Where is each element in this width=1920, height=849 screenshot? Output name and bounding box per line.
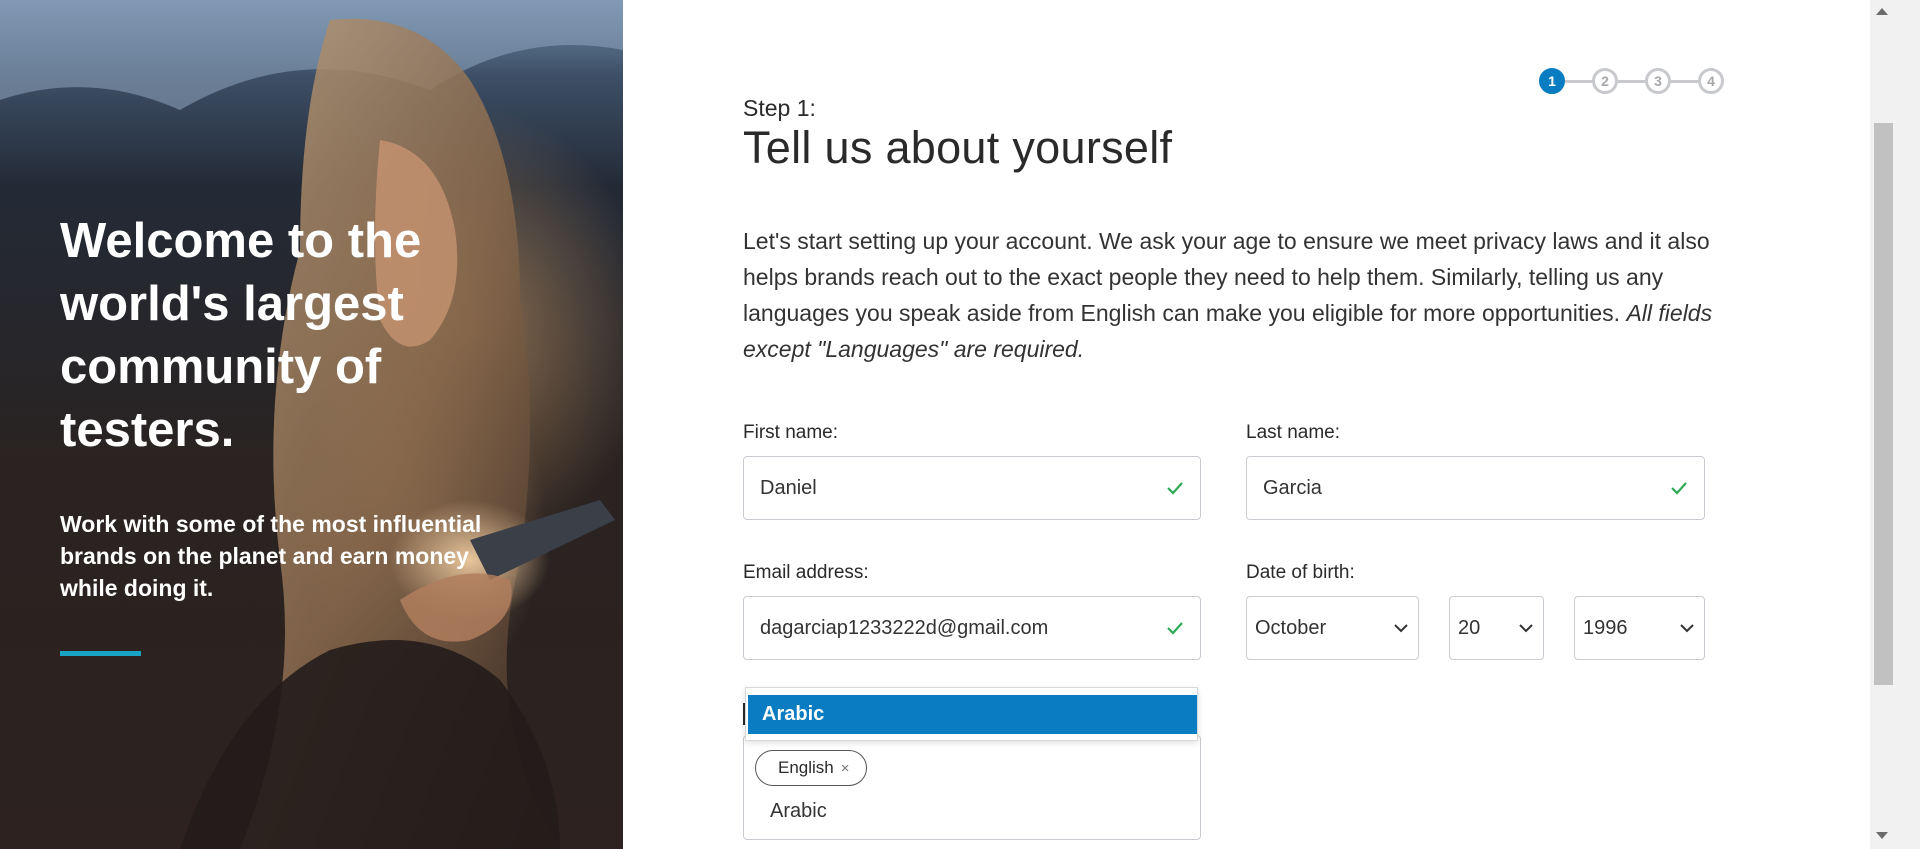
hero-subtitle: Work with some of the most influential b… (60, 511, 482, 601)
first-name-value: Daniel (760, 476, 817, 499)
check-icon (1167, 622, 1183, 635)
check-icon (1167, 482, 1183, 495)
page-title: Tell us about yourself (743, 122, 1173, 173)
step-connector (1565, 79, 1592, 83)
step-connector (1618, 79, 1645, 83)
scroll-down-arrow-icon[interactable] (1875, 831, 1889, 841)
dob-day-value: 20 (1458, 616, 1481, 639)
language-chip-label: English (778, 758, 834, 777)
dob-year-select[interactable]: 1996 (1574, 596, 1705, 660)
dob-day-select[interactable]: 20 (1449, 596, 1544, 660)
intro-body: Let's start setting up your account. We … (743, 228, 1710, 326)
step-indicator-1: 1 (1539, 68, 1565, 94)
scroll-up-arrow-icon[interactable] (1875, 6, 1889, 16)
progress-stepper: 1 2 3 4 (1539, 65, 1724, 97)
check-icon (1671, 482, 1687, 495)
chevron-down-icon (1680, 623, 1694, 632)
last-name-label: Last name: (1246, 422, 1340, 443)
step-connector (1671, 79, 1698, 83)
language-dropdown: Arabic (745, 687, 1198, 741)
language-chip[interactable]: English × (755, 750, 867, 786)
chevron-down-icon (1519, 623, 1533, 632)
dropdown-option-arabic[interactable]: Arabic (748, 695, 1197, 734)
languages-field[interactable]: English × (743, 735, 1201, 840)
scrollbar-thumb[interactable] (1874, 123, 1893, 685)
last-name-field[interactable]: Garcia (1246, 456, 1705, 520)
email-field[interactable]: dagarciap1233222d@gmail.com (743, 596, 1201, 660)
dob-year-value: 1996 (1583, 616, 1628, 639)
email-label: Email address: (743, 562, 869, 583)
step-indicator-3: 3 (1645, 68, 1671, 94)
hero-title: Welcome to the world's largest community… (60, 214, 422, 457)
last-name-value: Garcia (1263, 476, 1322, 499)
step-indicator-4: 4 (1698, 68, 1724, 94)
dob-month-select[interactable]: October (1246, 596, 1419, 660)
dob-month-value: October (1255, 616, 1327, 639)
hero-accent-bar (60, 651, 141, 656)
remove-chip-icon[interactable]: × (841, 760, 850, 777)
step-label: Step 1: (743, 95, 816, 121)
step-indicator-2: 2 (1592, 68, 1618, 94)
intro-text: Let's start setting up your account. We … (743, 223, 1733, 367)
dob-label: Date of birth: (1246, 562, 1355, 583)
first-name-field[interactable]: Daniel (743, 456, 1201, 520)
hero-panel: Welcome to the world's largest community… (0, 0, 623, 849)
language-search-input[interactable] (770, 796, 1070, 826)
email-value: dagarciap1233222d@gmail.com (760, 616, 1049, 639)
chevron-down-icon (1394, 623, 1408, 632)
first-name-label: First name: (743, 422, 839, 443)
